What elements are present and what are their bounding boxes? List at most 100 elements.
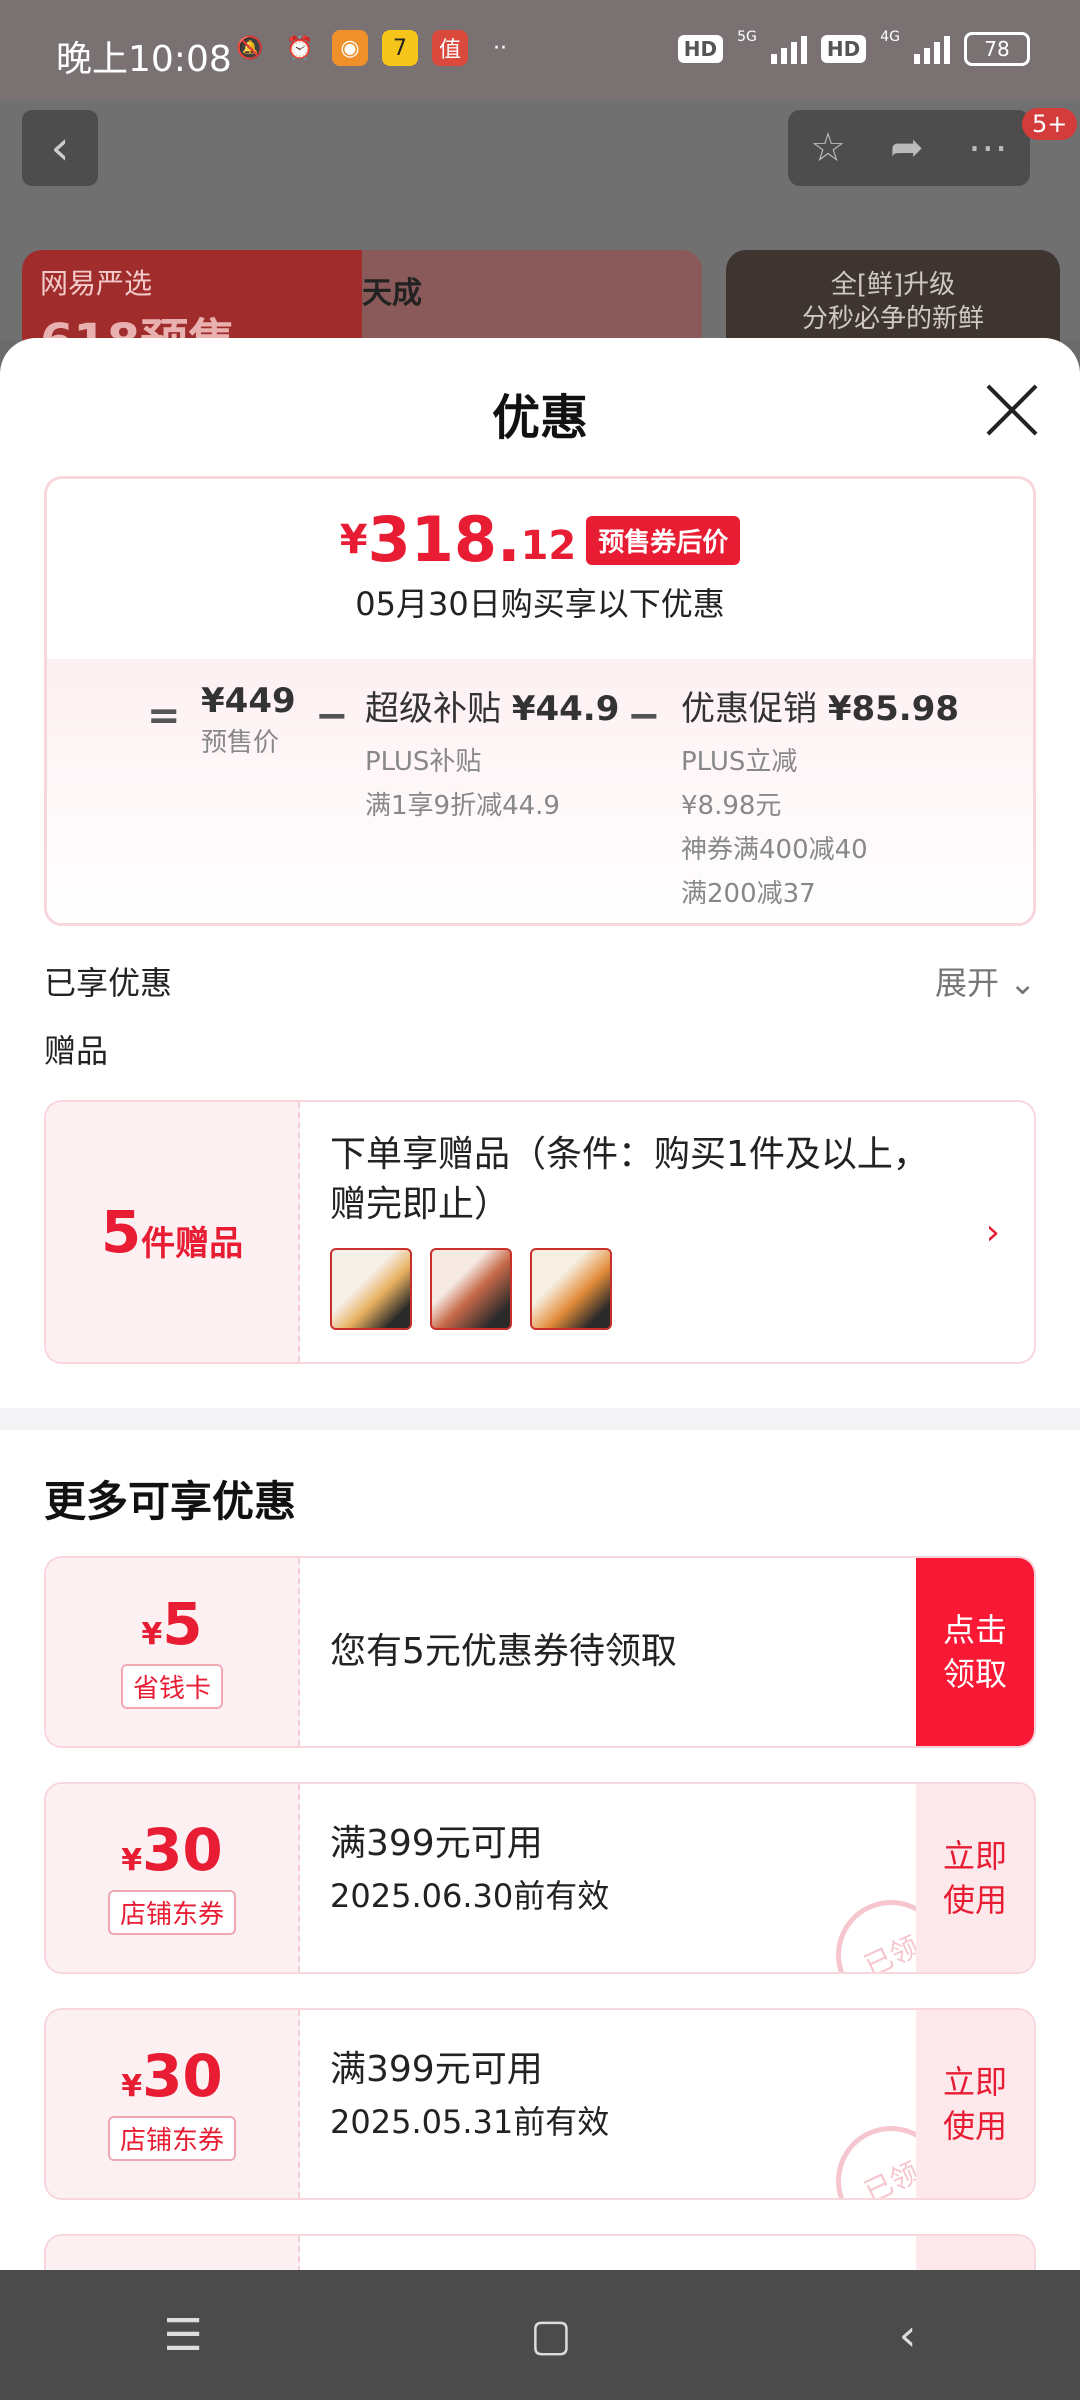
- use-coupon-button[interactable]: 立即使用: [916, 1784, 1034, 1972]
- more-discounts-title: 更多可享优惠: [44, 1477, 297, 1526]
- gift-description: 下单享赠品（条件：购买1件及以上，赠完即止）: [330, 1134, 929, 1225]
- coupon-amount: 30: [142, 1816, 223, 1884]
- expand-button[interactable]: 展开 ⌄: [935, 958, 1036, 1004]
- coupon-type-tag: 店铺东券: [107, 1890, 236, 1935]
- battery-icon: 78: [964, 32, 1030, 66]
- gift-thumbnails: [330, 1248, 612, 1330]
- status-app-icons: 🔕 ⏰ ◉ 7 值 ··: [232, 30, 518, 66]
- gift-count-label: 件赠品: [141, 1223, 244, 1264]
- app-icon-yellow: 7: [382, 30, 418, 66]
- coupon-description: 您有5元优惠券待领取: [330, 1631, 677, 1672]
- subsidy-detail-2: 满1享9折减44.9: [365, 791, 560, 821]
- app-icon-orange: ◉: [332, 30, 368, 66]
- coupon-card[interactable]: ¥30 店铺东券 满399元可用 2025.06.30前有效 已领 立即使用: [44, 1782, 1036, 1974]
- banner2-line1: 全[鲜]升级: [830, 270, 956, 300]
- back-icon[interactable]: ‹: [899, 2310, 917, 2361]
- use-label: 立即使用: [942, 2063, 1007, 2145]
- share-icon[interactable]: ➦: [890, 125, 924, 171]
- app-icon-red: 值: [432, 30, 468, 66]
- more-dots-icon: ··: [493, 35, 507, 61]
- section-divider: [0, 1408, 1080, 1430]
- chevron-right-icon: ›: [985, 1212, 1000, 1253]
- back-button[interactable]: ‹: [22, 110, 98, 186]
- gift-thumbnail: [530, 1248, 612, 1330]
- minus-sign-1: −: [315, 693, 349, 739]
- chevron-down-icon: ⌄: [1009, 964, 1036, 1002]
- use-coupon-button[interactable]: [916, 2236, 1034, 2270]
- menu-icon[interactable]: ☰: [164, 2310, 203, 2361]
- battery-level: 78: [984, 37, 1010, 61]
- gift-count: 5: [100, 1198, 142, 1266]
- minus-sign-2: −: [627, 693, 661, 739]
- coupon-value-panel: ¥5 省钱卡: [46, 1558, 300, 1746]
- banner-text: 天成: [362, 276, 422, 311]
- coupon-expiry: 2025.06.30前有效: [330, 1877, 610, 1915]
- star-icon[interactable]: ☆: [810, 125, 846, 171]
- notification-badge: 5+: [1022, 108, 1078, 140]
- alarm-icon: ⏰: [286, 35, 314, 61]
- status-bar: 晚上10:08 🔕 ⏰ ◉ 7 值 ·· HD 5G HD 4G 78: [0, 0, 1080, 100]
- coupon-expiry: 2025.05.31前有效: [330, 2103, 610, 2141]
- presale-price-value: ¥449: [201, 681, 296, 721]
- promo-detail-1: PLUS立减: [681, 747, 798, 777]
- price-integer: 318.: [367, 503, 521, 576]
- system-nav-bar: ☰ ▢ ‹: [0, 2270, 1080, 2400]
- use-label: 立即使用: [942, 1837, 1007, 1919]
- use-coupon-button[interactable]: 立即使用: [916, 2010, 1034, 2198]
- discount-sheet: 优惠 ¥ 318. 12 预售券后价 05月30日购买享以下优惠 = ¥449 …: [0, 338, 1080, 2270]
- coupon-condition: 满399元可用: [330, 2049, 543, 2090]
- more-icon[interactable]: ⋯: [968, 125, 1008, 171]
- promo-detail-3: 神券满400减40: [681, 835, 868, 865]
- network-5g-label: 5G: [737, 29, 757, 45]
- hd-badge-1: HD: [677, 35, 724, 63]
- expand-label: 展开: [935, 964, 1000, 1002]
- final-price: ¥ 318. 12 预售券后价: [47, 479, 1033, 571]
- bell-off-icon: 🔕: [236, 35, 264, 61]
- coupon-value-panel: ¥30 店铺东券: [46, 1784, 300, 1972]
- coupon-value-panel: [46, 2236, 300, 2270]
- banner-brand: 网易严选: [40, 267, 153, 300]
- coupon-currency: ¥: [121, 1843, 143, 1878]
- hd-badge-2: HD: [820, 35, 867, 63]
- gift-card[interactable]: 5 件赠品 下单享赠品（条件：购买1件及以上，赠完即止） ›: [44, 1100, 1036, 1364]
- subsidy-detail-1: PLUS补贴: [365, 747, 482, 777]
- status-time: 晚上10:08: [56, 39, 232, 80]
- gift-section-label: 赠品: [44, 1032, 109, 1070]
- equals-sign: =: [147, 693, 181, 739]
- signal-icon-2: [914, 34, 950, 64]
- banner2-line2: 分秒必争的新鲜: [801, 304, 984, 334]
- coupon-amount: 5: [162, 1590, 203, 1658]
- enjoyed-discounts-label: 已享优惠: [44, 964, 173, 1002]
- claim-label: 点击领取: [942, 1611, 1007, 1693]
- gift-count-panel: 5 件赠品: [46, 1102, 300, 1362]
- promo-title: 优惠促销: [681, 689, 817, 729]
- home-icon[interactable]: ▢: [530, 2310, 572, 2361]
- promo-detail-2: ¥8.98元: [681, 791, 782, 821]
- subsidy-value: ¥44.9: [511, 689, 620, 729]
- gift-thumbnail: [430, 1248, 512, 1330]
- coupon-amount: 30: [142, 2042, 223, 2110]
- coupon-card[interactable]: ¥5 省钱卡 您有5元优惠券待领取 点击领取: [44, 1556, 1036, 1748]
- gift-thumbnail: [330, 1248, 412, 1330]
- network-4g-label: 4G: [880, 29, 900, 45]
- signal-icon-1: [770, 34, 807, 64]
- price-currency: ¥: [339, 517, 368, 563]
- coupon-currency: ¥: [141, 1617, 163, 1652]
- top-action-bar: ☆ ➦ ⋯: [788, 110, 1030, 186]
- price-decimal: 12: [520, 523, 577, 569]
- presale-price-label: 预售价: [201, 728, 280, 758]
- coupon-type-tag: 店铺东券: [107, 2116, 236, 2161]
- claim-coupon-button[interactable]: 点击领取: [916, 1558, 1034, 1746]
- price-tag-badge: 预售券后价: [586, 516, 741, 565]
- coupon-currency: ¥: [121, 2069, 143, 2104]
- close-icon[interactable]: [984, 382, 1040, 438]
- coupon-value-panel: ¥30 店铺东券: [46, 2010, 300, 2198]
- promo-value: ¥85.98: [827, 689, 960, 729]
- subsidy-title: 超级补贴: [365, 689, 501, 729]
- chevron-left-icon: ‹: [50, 120, 70, 176]
- price-subtitle: 05月30日购买享以下优惠: [355, 585, 725, 623]
- coupon-card[interactable]: [44, 2234, 1036, 2270]
- coupon-card[interactable]: ¥30 店铺东券 满399元可用 2025.05.31前有效 已领 立即使用: [44, 2008, 1036, 2200]
- price-summary-card: ¥ 318. 12 预售券后价 05月30日购买享以下优惠 = ¥449 预售价…: [44, 476, 1036, 926]
- coupon-condition: 满399元可用: [330, 1823, 543, 1864]
